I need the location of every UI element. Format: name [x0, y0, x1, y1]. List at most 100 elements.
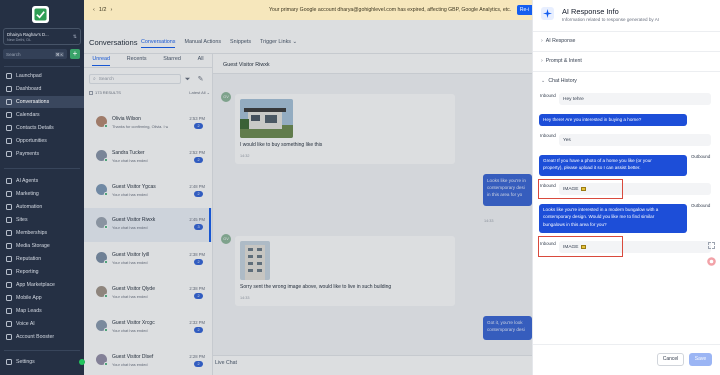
sidebar-item-media-storage[interactable]: Media Storage — [0, 240, 84, 252]
sidebar-item-marketing[interactable]: Marketing — [0, 188, 84, 200]
section-prompt-intent[interactable]: › Prompt & Intent — [541, 58, 582, 64]
sidebar-item-payments[interactable]: Payments — [0, 148, 84, 160]
sidebar-item-launchpad[interactable]: Launchpad — [0, 70, 84, 82]
dashboard-icon — [6, 86, 12, 92]
chevron-down-icon: ⌄ — [541, 78, 546, 84]
drawer-title: AI Response Info — [562, 7, 619, 16]
sidebar-item-calendars[interactable]: Calendars — [0, 109, 84, 121]
sidebar-divider — [4, 168, 80, 169]
drawer-footer-divider — [533, 344, 720, 345]
memberships-icon — [6, 230, 12, 236]
outbound-label: Outbound — [691, 203, 711, 208]
help-icon[interactable] — [707, 257, 716, 266]
banner-pager: ‹ 1/2 › — [93, 7, 112, 13]
history-message-text: Looks like you're interested in a modern… — [543, 207, 659, 227]
chevron-right-icon: › — [541, 38, 543, 44]
sidebar-item-ai-agents[interactable]: AI Agents — [0, 175, 84, 187]
sidebar-search[interactable]: Search ⌘ K — [3, 49, 67, 59]
switch-account-icon: ⇅ — [72, 33, 77, 40]
calendar-icon — [6, 112, 12, 118]
cancel-button[interactable]: Cancel — [657, 353, 684, 366]
sidebar-item-contacts[interactable]: Contacts Details — [0, 122, 84, 134]
highlight-box — [538, 179, 623, 199]
sidebar-item-opportunities[interactable]: Opportunities — [0, 135, 84, 147]
chevron-right-icon[interactable]: › — [111, 7, 113, 13]
sidebar-item-voice-ai[interactable]: Voice AI — [0, 318, 84, 330]
section-label: Chat History — [548, 78, 577, 84]
search-shortcut-badge: ⌘ K — [54, 51, 64, 57]
history-inbound-message: Yes — [559, 134, 711, 146]
checkmark-logo-icon — [34, 8, 47, 21]
marketing-icon — [6, 191, 12, 197]
map-icon — [6, 308, 12, 314]
history-message-text: Hey tehre — [563, 96, 584, 102]
chat-icon — [6, 99, 12, 105]
inbound-label: Inbound — [540, 93, 556, 98]
history-outbound-message: Great! If you have a photo of a home you… — [539, 155, 687, 176]
sidebar-item-settings[interactable]: Settings — [0, 356, 84, 368]
sidebar-item-label: Conversations — [16, 99, 50, 105]
history-message-text: Great! If you have a photo of a home you… — [543, 158, 652, 171]
help-circle-glyph — [707, 257, 716, 266]
mobile-icon — [6, 295, 12, 301]
app-logo[interactable] — [32, 6, 49, 23]
account-switcher[interactable]: Dhairya Raghav's D... New Delhi, DL ⇅ — [3, 28, 81, 45]
sidebar-item-app-marketplace[interactable]: App Marketplace — [0, 279, 84, 291]
drawer-divider — [533, 51, 720, 52]
sidebar-item-automation[interactable]: Automation — [0, 201, 84, 213]
payments-icon — [6, 151, 12, 157]
sidebar-item-conversations[interactable]: Conversations — [0, 96, 84, 108]
main-sidebar: Dhairya Raghav's D... New Delhi, DL ⇅ Se… — [0, 0, 84, 375]
sidebar-item-account-booster[interactable]: Account Booster — [0, 331, 84, 343]
sidebar-item-label: Reputation — [16, 256, 42, 262]
sidebar-item-label: Opportunities — [16, 138, 47, 144]
banner-message: Your primary Google account dharya@gohig… — [269, 7, 512, 13]
sidebar-item-label: Mobile App — [16, 295, 42, 301]
expand-icon[interactable] — [707, 241, 716, 250]
history-outbound-message: Hey there! Are you interested in buying … — [539, 114, 687, 126]
reporting-icon — [6, 269, 12, 275]
sidebar-item-label: Map Leads — [16, 308, 42, 314]
sites-icon — [6, 217, 12, 223]
sidebar-item-label: Sites — [16, 217, 28, 223]
inbound-label: Inbound — [540, 133, 556, 138]
sidebar-item-label: Memberships — [16, 230, 48, 236]
section-chat-history[interactable]: ⌄ Chat History — [541, 78, 577, 84]
media-icon — [6, 243, 12, 249]
sidebar-item-label: Settings — [16, 359, 35, 365]
sidebar-item-reputation[interactable]: Reputation — [0, 253, 84, 265]
chevron-left-icon[interactable]: ‹ — [93, 7, 95, 13]
sidebar-item-label: Automation — [16, 204, 43, 210]
booster-icon — [6, 334, 12, 340]
sidebar-item-sites[interactable]: Sites — [0, 214, 84, 226]
sidebar-item-memberships[interactable]: Memberships — [0, 227, 84, 239]
opportunities-icon — [6, 138, 12, 144]
highlight-box — [538, 236, 623, 257]
modal-backdrop[interactable] — [84, 20, 532, 375]
account-location: New Delhi, DL — [7, 37, 32, 42]
sidebar-item-label: Dashboard — [16, 86, 42, 92]
sidebar-item-map-leads[interactable]: Map Leads — [0, 305, 84, 317]
sidebar-item-dashboard[interactable]: Dashboard — [0, 83, 84, 95]
sidebar-divider — [4, 66, 80, 67]
marketplace-icon — [6, 282, 12, 288]
sidebar-item-label: Launchpad — [16, 73, 42, 79]
drawer-divider — [533, 71, 720, 72]
chevron-right-icon: › — [541, 58, 543, 64]
drawer-divider — [533, 31, 720, 32]
automation-icon — [6, 204, 12, 210]
sidebar-item-reporting[interactable]: Reporting — [0, 266, 84, 278]
sidebar-divider — [4, 350, 80, 351]
gear-icon — [6, 359, 12, 365]
reconnect-button[interactable]: Re-i — [516, 5, 532, 15]
quick-add-button[interactable]: + — [70, 49, 80, 59]
voice-icon — [6, 321, 12, 327]
rocket-icon — [6, 73, 12, 79]
sidebar-item-label: Marketing — [16, 191, 39, 197]
section-label: AI Response — [545, 38, 576, 44]
section-ai-response[interactable]: › AI Response — [541, 38, 575, 44]
sidebar-item-mobile-app[interactable]: Mobile App — [0, 292, 84, 304]
sidebar-item-label: Contacts Details — [16, 125, 54, 131]
save-button[interactable]: Save — [689, 353, 712, 366]
sidebar-item-label: Reporting — [16, 269, 39, 275]
